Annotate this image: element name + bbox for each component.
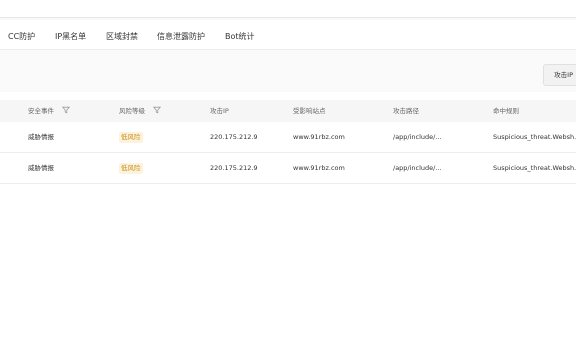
column-header-label: 风险等级 — [119, 107, 145, 115]
ip-cell: 220.175.212.9 — [210, 133, 258, 141]
column-header-risk: 风险等级 — [119, 100, 162, 122]
column-header-event: 安全事件 — [28, 100, 71, 122]
tab-info-leak-protection[interactable]: 信息泄露防护 — [157, 31, 205, 42]
table-header: 安全事件 风险等级 攻击IP 受影响站点 攻击路径 命中规则 — [0, 100, 576, 122]
tab-bot-stats[interactable]: Bot统计 — [225, 31, 255, 42]
rule-cell: Suspicious_threat.Websh... — [493, 164, 576, 172]
event-cell: 威胁情报 — [28, 133, 54, 141]
ip-cell: 220.175.212.9 — [210, 164, 258, 172]
column-header-ip: 攻击IP — [210, 107, 229, 115]
path-cell: /app/include/... — [393, 133, 442, 141]
column-header-path: 攻击路径 — [393, 107, 419, 115]
attack-ip-button[interactable]: 攻击IP — [543, 64, 576, 86]
toolbar: 攻击IP — [0, 50, 576, 92]
tab-cc-protection[interactable]: CC防护 — [8, 31, 35, 42]
tab-region-block[interactable]: 区域封禁 — [106, 31, 138, 42]
rule-cell: Suspicious_threat.Websh... — [493, 133, 576, 141]
filter-icon[interactable] — [153, 106, 162, 114]
site-cell: www.91rbz.com — [293, 133, 345, 141]
top-bar — [0, 0, 576, 18]
filter-icon[interactable] — [62, 106, 71, 114]
tab-ip-blacklist[interactable]: IP黑名单 — [55, 31, 86, 42]
column-header-rule: 命中规则 — [493, 107, 519, 115]
site-cell: www.91rbz.com — [293, 164, 345, 172]
table-row[interactable]: 威胁情报 低风险 220.175.212.9 www.91rbz.com /ap… — [0, 122, 576, 153]
column-header-site: 受影响站点 — [293, 107, 326, 115]
column-header-label: 安全事件 — [28, 107, 54, 115]
path-cell: /app/include/... — [393, 164, 442, 172]
table-row[interactable]: 威胁情报 低风险 220.175.212.9 www.91rbz.com /ap… — [0, 153, 576, 184]
event-cell: 威胁情报 — [28, 164, 54, 172]
tab-bar: CC防护 IP黑名单 区域封禁 信息泄露防护 Bot统计 — [0, 27, 576, 50]
risk-badge: 低风险 — [119, 163, 143, 174]
risk-badge: 低风险 — [119, 132, 143, 143]
